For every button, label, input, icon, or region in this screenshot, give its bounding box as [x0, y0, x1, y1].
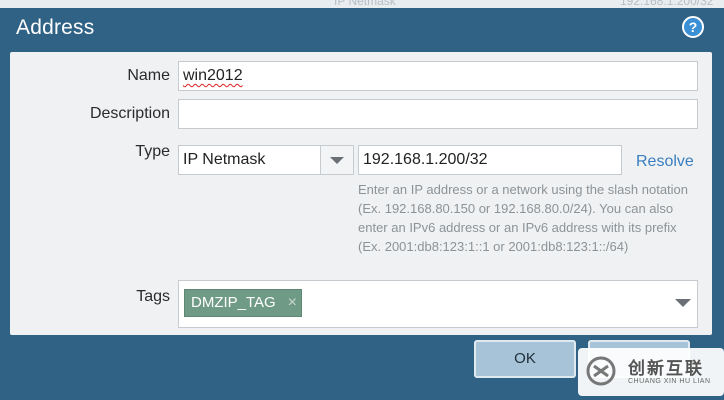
close-icon[interactable]: × — [288, 290, 297, 316]
tag-chip-label: DMZIP_TAG — [191, 294, 276, 311]
address-dialog: Address ? Name win2012 Description Type … — [0, 8, 724, 400]
brand-logo-icon — [586, 356, 616, 386]
type-select[interactable]: IP Netmask — [178, 145, 354, 175]
tag-chip: DMZIP_TAG × — [184, 289, 302, 317]
name-label: Name — [127, 67, 170, 84]
description-input[interactable] — [178, 99, 698, 129]
tags-input[interactable]: DMZIP_TAG × — [178, 280, 698, 328]
resolve-link[interactable]: Resolve — [636, 153, 694, 171]
type-selected-value: IP Netmask — [183, 151, 266, 168]
chevron-down-icon[interactable] — [675, 299, 691, 307]
ip-address-input[interactable]: 192.168.1.200/32 — [358, 145, 622, 175]
type-label: Type — [135, 143, 170, 160]
watermark-logo: 创新互联 CHUANG XIN HU LIAN — [578, 348, 724, 396]
type-hint-text: Enter an IP address or a network using t… — [358, 182, 689, 254]
watermark-text-cn: 创新互联 — [628, 359, 704, 378]
background-cell: IP Netmask — [334, 0, 396, 8]
name-input[interactable]: win2012 — [178, 61, 698, 91]
help-icon[interactable]: ? — [682, 16, 704, 38]
chevron-down-icon[interactable] — [320, 146, 353, 174]
description-label: Description — [89, 105, 170, 122]
tags-label: Tags — [136, 288, 170, 305]
watermark-text-en: CHUANG XIN HU LIAN — [628, 378, 711, 385]
dialog-title: Address — [16, 16, 95, 39]
name-value: win2012 — [183, 67, 243, 84]
svg-text:?: ? — [689, 19, 698, 35]
form-panel: Name win2012 Description Type IP Netmask… — [10, 52, 712, 335]
ok-button[interactable]: OK — [474, 340, 576, 378]
background-cell: 192.168.1.200/32 — [620, 0, 714, 8]
